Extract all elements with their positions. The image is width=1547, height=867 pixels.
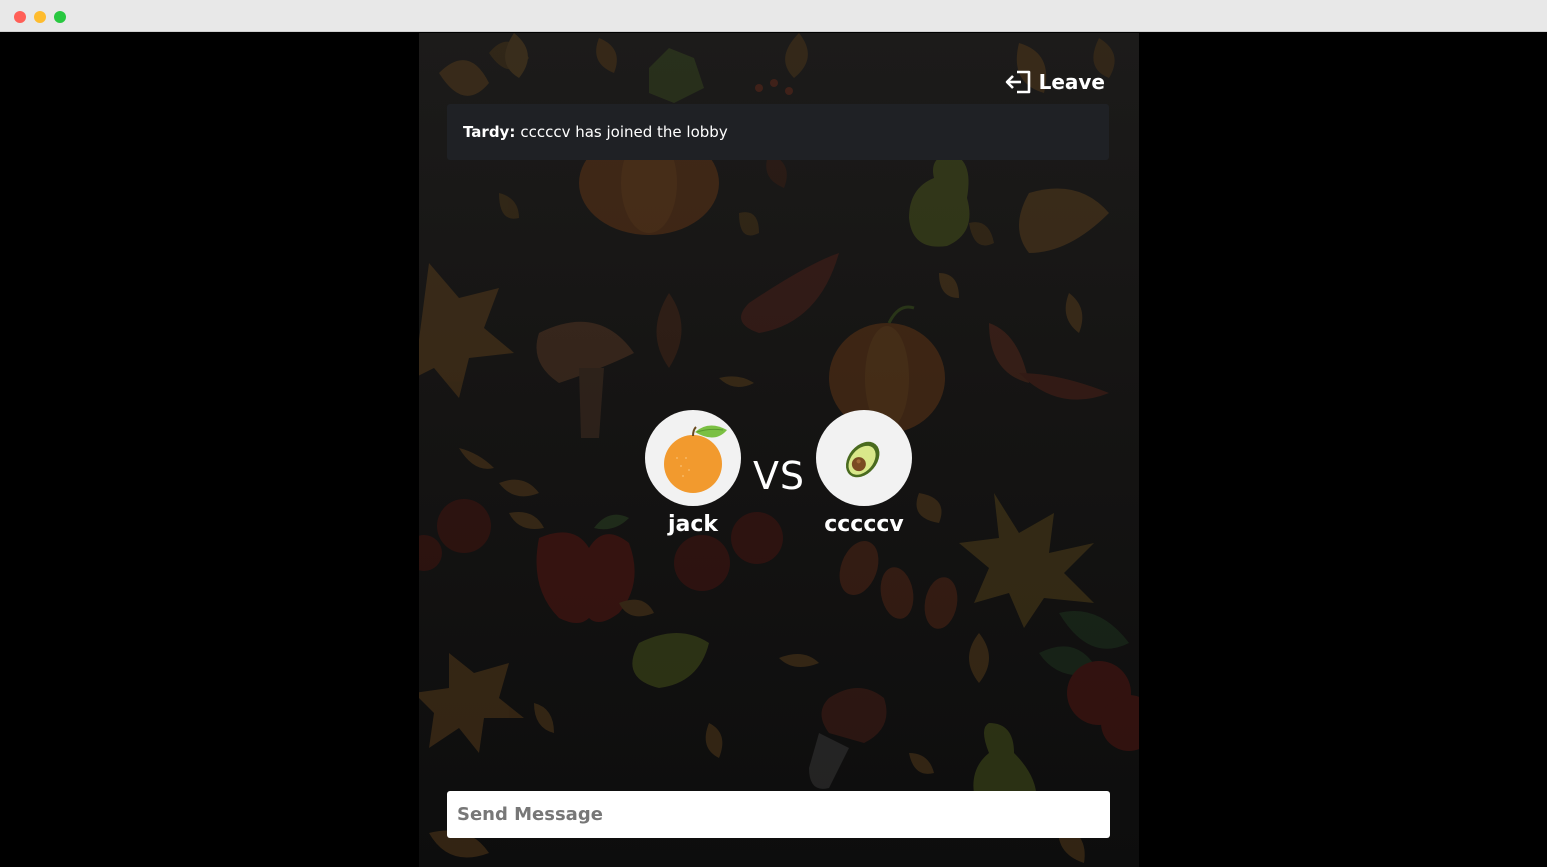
window-maximize-button[interactable] bbox=[54, 11, 66, 23]
orange-icon bbox=[664, 425, 727, 493]
vs-label: VS bbox=[752, 454, 806, 498]
chat-message-sender: Tardy: bbox=[463, 123, 516, 141]
player-avatar bbox=[816, 410, 912, 506]
send-message-input[interactable] bbox=[447, 791, 1110, 838]
leave-button[interactable]: Leave bbox=[1005, 69, 1105, 95]
window-close-button[interactable] bbox=[14, 11, 26, 23]
player-avatar bbox=[645, 410, 741, 506]
chat-log: Tardy: cccccv has joined the lobby bbox=[447, 104, 1109, 160]
versus-display: jack VS cccccv bbox=[645, 410, 913, 550]
app-viewport: Leave Tardy:cccccv has joined the lobby bbox=[0, 33, 1547, 867]
player-card-left: jack bbox=[645, 410, 741, 537]
player-name: jack bbox=[667, 512, 719, 537]
sign-out-icon bbox=[1005, 70, 1030, 94]
chat-message-text: cccccv has joined the lobby bbox=[520, 123, 728, 141]
window-titlebar bbox=[0, 0, 1547, 32]
chat-message: Tardy: cccccv has joined the lobby bbox=[463, 123, 728, 141]
avocado-icon bbox=[845, 441, 880, 478]
window-minimize-button[interactable] bbox=[34, 11, 46, 23]
player-card-right: cccccv bbox=[816, 410, 912, 537]
lobby-panel: Leave Tardy:cccccv has joined the lobby bbox=[419, 33, 1139, 867]
leave-label: Leave bbox=[1038, 70, 1105, 94]
player-name: cccccv bbox=[824, 512, 904, 537]
